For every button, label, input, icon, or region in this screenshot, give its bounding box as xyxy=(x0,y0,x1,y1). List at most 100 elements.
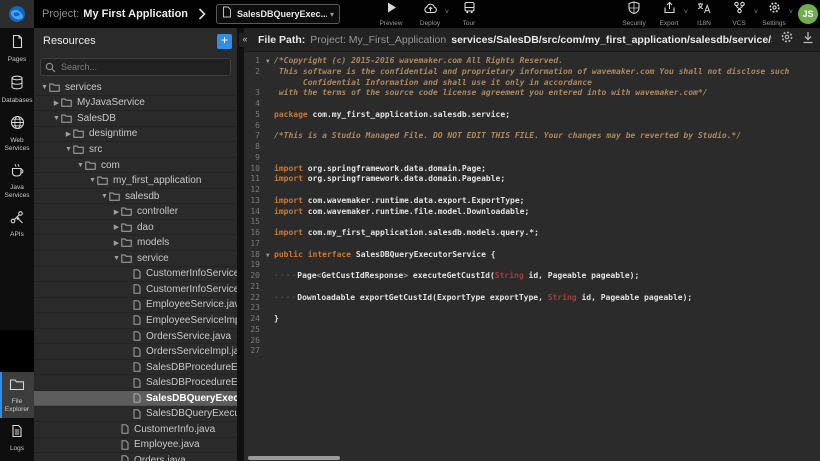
export-button[interactable]: Export˅ xyxy=(656,1,682,27)
tree-row[interactable]: CustomerInfoServiceImpl.java xyxy=(34,282,237,298)
sidebar-item-file-explorer[interactable]: File Explorer xyxy=(0,372,34,418)
fold-marker-icon[interactable]: ▼ xyxy=(266,250,274,261)
caret-expanded-icon[interactable]: ▼ xyxy=(40,84,49,91)
code-line[interactable]: 19 xyxy=(244,260,820,271)
caret-expanded-icon[interactable]: ▼ xyxy=(112,255,121,262)
code-line[interactable]: 1▼/*Copyright (c) 2015-2016 wavemaker.co… xyxy=(244,56,820,67)
deploy-button[interactable]: Deploy˅ xyxy=(417,1,443,27)
tree-row[interactable]: ▼service xyxy=(34,251,237,267)
search-input[interactable] xyxy=(40,58,231,76)
tree-row[interactable]: ▼src xyxy=(34,142,237,158)
user-avatar[interactable]: JS xyxy=(798,4,818,24)
code-line[interactable]: 23 xyxy=(244,303,820,314)
code-line[interactable]: 16import com.my_first_application.salesd… xyxy=(244,228,820,239)
code-line[interactable]: 2 This software is the confidential and … xyxy=(244,67,820,78)
tree-row[interactable]: ▶models xyxy=(34,235,237,251)
code-line[interactable]: 27 xyxy=(244,346,820,357)
code-line[interactable]: 14import com.wavemaker.runtime.file.mode… xyxy=(244,207,820,218)
tree-row[interactable]: ▶MyJavaService xyxy=(34,96,237,112)
tree-row[interactable]: Employee.java xyxy=(34,438,237,454)
code-editor[interactable]: 1▼/*Copyright (c) 2015-2016 wavemaker.co… xyxy=(244,52,820,461)
tree-row[interactable]: SalesDBQueryExecutorServiceImpl.java xyxy=(34,406,237,422)
code-line[interactable]: 9 xyxy=(244,153,820,164)
collapse-panel-button[interactable]: « xyxy=(239,33,251,47)
tree-row[interactable]: SalesDBQueryExecutorService.java xyxy=(34,391,237,407)
tree-row[interactable]: OrdersServiceImpl.java xyxy=(34,344,237,360)
editor-horizontal-scrollbar[interactable] xyxy=(248,456,340,460)
caret-expanded-icon[interactable]: ▼ xyxy=(88,177,97,184)
tree-row[interactable]: OrdersService.java xyxy=(34,329,237,345)
code-line[interactable]: 5package com.my_first_application.salesd… xyxy=(244,110,820,121)
code-line[interactable]: 25 xyxy=(244,325,820,336)
tree-row[interactable]: CustomerInfoService.java xyxy=(34,267,237,283)
code-line[interactable]: 22····Downloadable exportGetCustId(Expor… xyxy=(244,293,820,304)
code-line[interactable]: 26 xyxy=(244,336,820,347)
code-text: /*Copyright (c) 2015-2016 wavemaker.com … xyxy=(274,56,563,67)
editor-settings-gear-icon[interactable] xyxy=(780,30,794,49)
project-name[interactable]: My First Application xyxy=(83,8,188,20)
wavemaker-logo[interactable] xyxy=(0,0,34,28)
tree-row[interactable]: Orders.java xyxy=(34,453,237,461)
caret-collapsed-icon[interactable]: ▶ xyxy=(112,223,121,231)
i18n-button[interactable]: I18N xyxy=(691,1,717,27)
code-line[interactable]: 15 xyxy=(244,217,820,228)
file-icon xyxy=(133,284,141,294)
code-line[interactable]: 7/*This is a Studio Managed File. DO NOT… xyxy=(244,131,820,142)
fold-spacer xyxy=(266,88,274,99)
tree-row[interactable]: EmployeeServiceImpl.java xyxy=(34,313,237,329)
fold-spacer xyxy=(266,217,274,228)
open-file-dropdown[interactable]: SalesDBQueryExec... ▾ xyxy=(216,4,340,24)
code-line[interactable]: 17 xyxy=(244,239,820,250)
caret-expanded-icon[interactable]: ▼ xyxy=(52,115,61,122)
tree-row[interactable]: EmployeeService.java xyxy=(34,298,237,314)
tree-row[interactable]: SalesDBProcedureExecutorService.java xyxy=(34,360,237,376)
tree-row[interactable]: CustomerInfo.java xyxy=(34,422,237,438)
caret-collapsed-icon[interactable]: ▶ xyxy=(64,130,73,138)
code-line[interactable]: 18▼public interface SalesDBQueryExecutor… xyxy=(244,250,820,261)
code-line[interactable]: 24} xyxy=(244,314,820,325)
tree-row[interactable]: ▼salesdb xyxy=(34,189,237,205)
code-line[interactable]: 13import com.wavemaker.runtime.data.expo… xyxy=(244,196,820,207)
code-line[interactable]: 20····Page<GetCustIdResponse> executeGet… xyxy=(244,271,820,282)
sidebar-item-apis[interactable]: APIs xyxy=(0,204,34,244)
tree-row[interactable]: ▶designtime xyxy=(34,127,237,143)
preview-button[interactable]: Preview xyxy=(378,1,404,27)
tree-row[interactable]: ▼services xyxy=(34,80,237,96)
settings-button[interactable]: Settings˅ xyxy=(761,1,787,27)
code-line[interactable]: 8 xyxy=(244,142,820,153)
code-line[interactable]: 11import org.springframework.data.domain… xyxy=(244,174,820,185)
panel-divider[interactable] xyxy=(237,28,244,461)
sidebar-item-web-services[interactable]: Web Services xyxy=(0,109,34,157)
caret-collapsed-icon[interactable]: ▶ xyxy=(112,208,121,216)
caret-collapsed-icon[interactable]: ▶ xyxy=(52,99,61,107)
code-line[interactable]: 10import org.springframework.data.domain… xyxy=(244,164,820,175)
code-line[interactable]: Confidential Information and shall use i… xyxy=(244,78,820,89)
globe-icon xyxy=(10,115,25,135)
caret-expanded-icon[interactable]: ▼ xyxy=(100,193,109,200)
add-resource-button[interactable]: + xyxy=(217,34,232,49)
sidebar-item-pages[interactable]: Pages xyxy=(0,28,34,69)
sidebar-item-java-services[interactable]: Java Services xyxy=(0,157,34,204)
sidebar-item-logs[interactable]: Logs xyxy=(0,418,34,458)
tree-row[interactable]: SalesDBProcedureExecutorServiceImpl.java xyxy=(34,375,237,391)
folder-icon xyxy=(97,176,108,185)
caret-collapsed-icon[interactable]: ▶ xyxy=(112,239,121,247)
caret-expanded-icon[interactable]: ▼ xyxy=(64,146,73,153)
code-line[interactable]: 3 with the terms of the source code lice… xyxy=(244,88,820,99)
code-line[interactable]: 12 xyxy=(244,185,820,196)
tour-button[interactable]: Tour xyxy=(456,1,482,27)
tree-row[interactable]: ▶dao xyxy=(34,220,237,236)
sidebar-item-databases[interactable]: Databases xyxy=(0,69,34,110)
code-line[interactable]: 4 xyxy=(244,99,820,110)
fold-marker-icon[interactable]: ▼ xyxy=(266,56,274,67)
tree-row[interactable]: ▶controller xyxy=(34,204,237,220)
tree-row[interactable]: ▼my_first_application xyxy=(34,173,237,189)
code-line[interactable]: 6 xyxy=(244,121,820,132)
tree-row[interactable]: ▼com xyxy=(34,158,237,174)
security-button[interactable]: Security xyxy=(621,1,647,27)
vcs-button[interactable]: VCS˅ xyxy=(726,1,752,27)
code-line[interactable]: 21 xyxy=(244,282,820,293)
download-file-icon[interactable] xyxy=(802,31,814,49)
caret-expanded-icon[interactable]: ▼ xyxy=(76,162,85,169)
tree-row[interactable]: ▼SalesDB xyxy=(34,111,237,127)
